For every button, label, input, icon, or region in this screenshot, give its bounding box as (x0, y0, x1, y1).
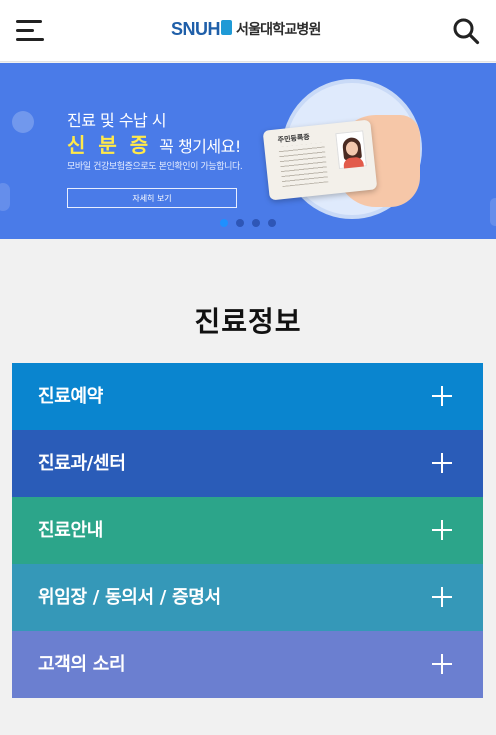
banner-detail-button[interactable]: 자세히 보기 (67, 188, 237, 208)
accordion-label: 진료예약 (38, 386, 104, 407)
accordion-label: 진료과/센터 (38, 453, 126, 474)
pager-dot-3[interactable] (252, 219, 260, 227)
plus-icon[interactable] (432, 587, 452, 607)
id-card-title: 주민등록증 (277, 132, 311, 145)
id-card-photo (335, 130, 367, 170)
hospital-logo[interactable]: SNUH 서울대학교병원 (171, 17, 321, 41)
pager-dot-4[interactable] (268, 219, 276, 227)
accordion-item-reservation[interactable]: 진료예약 (12, 363, 483, 430)
logo-mark-icon (221, 19, 233, 35)
plus-icon[interactable] (432, 386, 452, 406)
banner-decoration (490, 198, 496, 226)
id-card-text-lines (278, 142, 329, 188)
banner-pagination (220, 219, 276, 227)
accordion-label: 위임장 / 동의서 / 증명서 (38, 587, 221, 608)
accordion-item-guide[interactable]: 진료안내 (12, 497, 483, 564)
hamburger-menu-icon[interactable] (16, 18, 46, 42)
accordion-item-documents[interactable]: 위임장 / 동의서 / 증명서 (12, 564, 483, 631)
accordion-item-departments[interactable]: 진료과/센터 (12, 430, 483, 497)
banner-headline-tail: 꼭 챙기세요! (159, 137, 241, 156)
banner-decoration (12, 111, 34, 133)
plus-icon[interactable] (432, 520, 452, 540)
banner-headline: 진료 및 수납 시 (67, 111, 167, 130)
plus-icon[interactable] (432, 654, 452, 674)
accordion-item-feedback[interactable]: 고객의 소리 (12, 631, 483, 698)
logo-snuh-text: SNUH (171, 18, 221, 39)
logo-hospital-name: 서울대학교병원 (236, 22, 321, 38)
accordion-label: 고객의 소리 (38, 654, 126, 675)
care-info-accordion: 진료예약 진료과/센터 진료안내 위임장 / 동의서 / 증명서 고객의 소리 (12, 363, 483, 698)
pager-dot-1[interactable] (220, 219, 228, 227)
id-card-illustration: 주민등록증 (262, 119, 378, 201)
section-title: 진료정보 (194, 305, 302, 338)
pager-dot-2[interactable] (236, 219, 244, 227)
promo-banner[interactable]: 진료 및 수납 시 신 분 증 꼭 챙기세요! 모바일 건강보험증으로도 본인확… (0, 63, 496, 239)
banner-subtext: 모바일 건강보험증으로도 본인확인이 가능합니다. (67, 162, 243, 172)
banner-decoration (0, 183, 10, 211)
app-header: SNUH 서울대학교병원 (0, 0, 496, 62)
accordion-label: 진료안내 (38, 520, 104, 541)
banner-headline-2: 신 분 증 꼭 챙기세요! (67, 129, 241, 158)
plus-icon[interactable] (432, 453, 452, 473)
search-icon[interactable] (452, 17, 480, 45)
banner-highlight: 신 분 증 (67, 133, 152, 157)
